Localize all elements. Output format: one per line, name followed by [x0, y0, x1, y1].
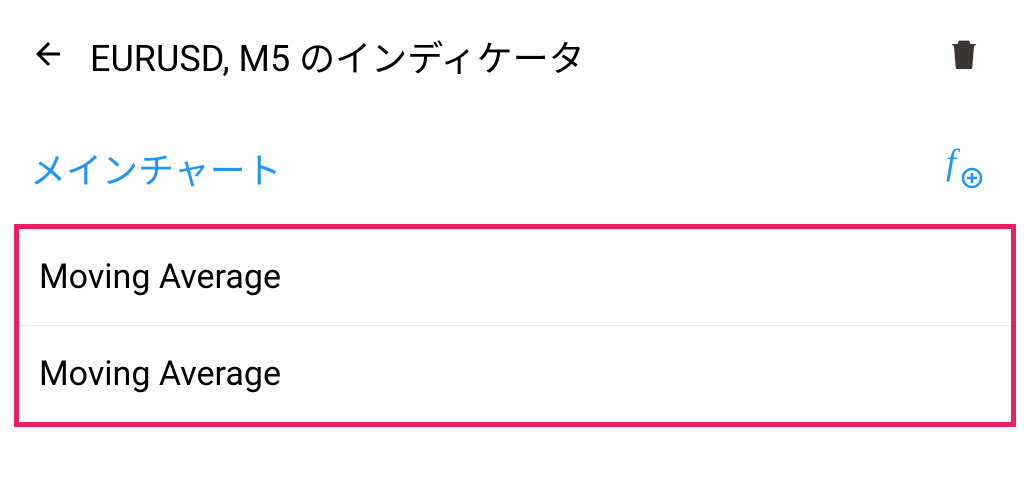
delete-button[interactable]: [944, 34, 984, 78]
trash-icon: [944, 34, 984, 74]
add-indicator-button[interactable]: f: [936, 142, 984, 194]
indicator-list: Moving Average Moving Average: [14, 224, 1016, 427]
svg-text:f: f: [946, 142, 961, 182]
back-button[interactable]: [30, 36, 66, 76]
section-title: メインチャート: [30, 142, 936, 194]
indicator-item[interactable]: Moving Average: [19, 326, 1011, 422]
section-header: メインチャート f: [0, 102, 1024, 214]
app-header: EURUSD, M5 のインディケータ: [0, 0, 1024, 102]
back-arrow-icon: [30, 36, 66, 72]
function-add-icon: f: [936, 142, 984, 190]
page-title: EURUSD, M5 のインディケータ: [90, 30, 944, 82]
indicator-item[interactable]: Moving Average: [19, 229, 1011, 326]
